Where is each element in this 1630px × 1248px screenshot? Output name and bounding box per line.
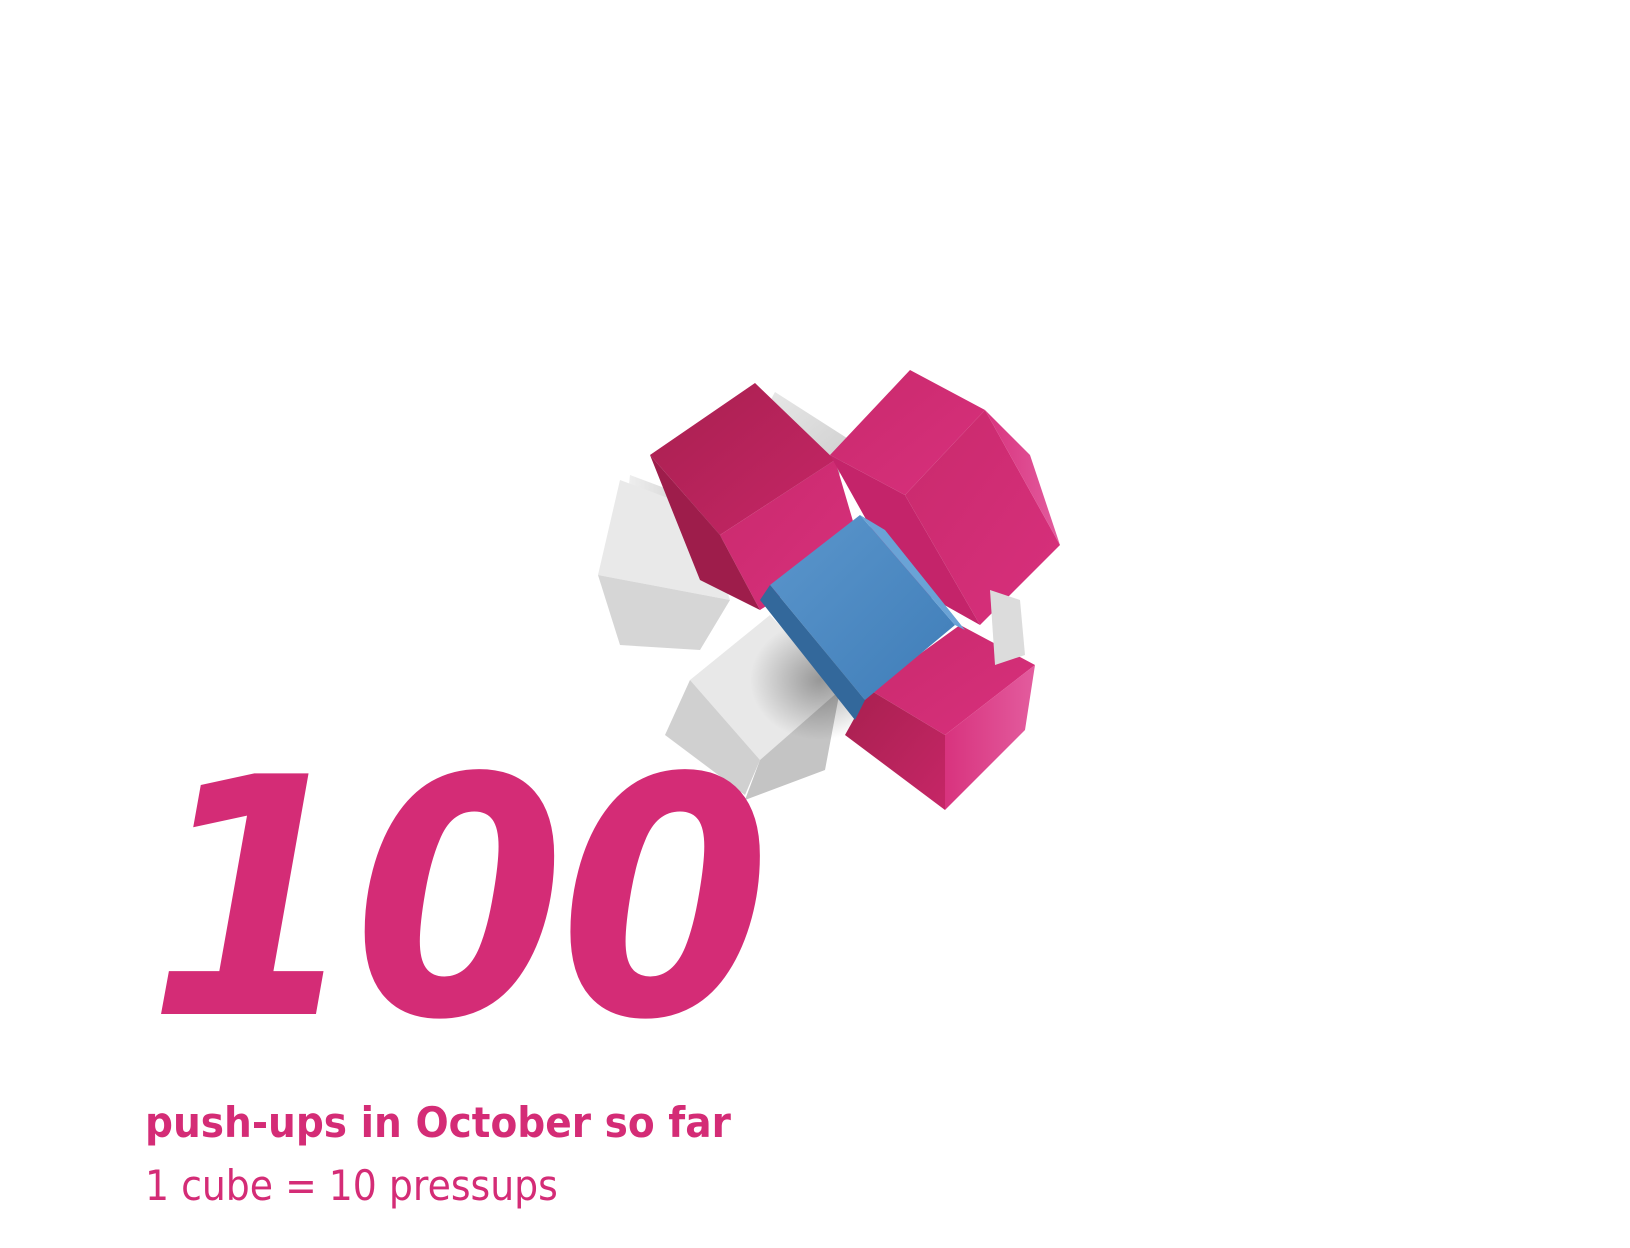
caption-text: push-ups in October so far bbox=[145, 1098, 731, 1147]
pushup-count: 100 bbox=[148, 708, 771, 1092]
legend-text: 1 cube = 10 pressups bbox=[145, 1161, 558, 1210]
empty-cube bbox=[990, 590, 1025, 665]
